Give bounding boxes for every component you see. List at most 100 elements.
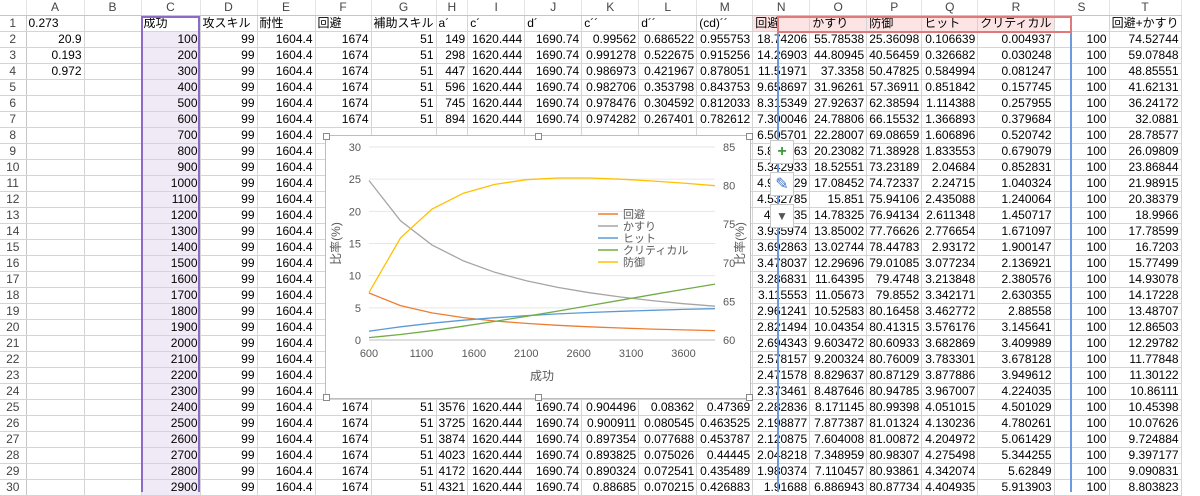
cell-b25[interactable] xyxy=(84,399,142,416)
cell-p12[interactable]: 75.94106 xyxy=(866,191,923,208)
cell-i1[interactable]: c´ xyxy=(467,15,526,32)
cell-a15[interactable] xyxy=(26,239,85,256)
cell-s23[interactable]: 100 xyxy=(1054,367,1110,384)
cell-d13[interactable]: 99 xyxy=(200,207,258,224)
row-header[interactable]: 11 xyxy=(0,175,27,192)
cell-c27[interactable]: 2600 xyxy=(141,431,201,448)
column-header-r[interactable]: R xyxy=(977,0,1055,16)
cell-d12[interactable]: 99 xyxy=(200,191,258,208)
cell-o27[interactable]: 7.604008 xyxy=(809,431,868,448)
resize-handle-bl[interactable] xyxy=(323,394,330,401)
cell-k25[interactable]: 0.904496 xyxy=(581,399,640,416)
cell-f28[interactable]: 1674 xyxy=(315,447,372,464)
cell-a16[interactable] xyxy=(26,255,85,272)
row-header[interactable]: 2 xyxy=(0,31,27,48)
cell-a1[interactable]: 0.273 xyxy=(26,15,85,32)
cell-s9[interactable]: 100 xyxy=(1054,143,1110,160)
cell-g28[interactable]: 51 xyxy=(371,447,437,464)
cell-a19[interactable] xyxy=(26,303,85,320)
cell-p10[interactable]: 73.23189 xyxy=(866,159,923,176)
cell-b3[interactable] xyxy=(84,47,142,64)
resize-handle-br[interactable] xyxy=(746,394,753,401)
resize-handle-tr[interactable] xyxy=(746,133,753,140)
cell-b15[interactable] xyxy=(84,239,142,256)
column-header-d[interactable]: D xyxy=(200,0,258,16)
cell-b7[interactable] xyxy=(84,111,142,128)
cell-q29[interactable]: 4.342074 xyxy=(921,463,979,480)
row-header[interactable]: 12 xyxy=(0,191,27,208)
cell-r7[interactable]: 0.379684 xyxy=(977,111,1055,128)
cell-l2[interactable]: 0.686522 xyxy=(638,31,698,48)
cell-o9[interactable]: 20.23082 xyxy=(809,143,868,160)
cell-r1[interactable]: クリティカル xyxy=(977,15,1055,32)
cell-h2[interactable]: 149 xyxy=(436,31,469,48)
cell-o13[interactable]: 14.78325 xyxy=(809,207,868,224)
cell-q7[interactable]: 1.366893 xyxy=(921,111,979,128)
cell-g27[interactable]: 51 xyxy=(371,431,437,448)
cell-k1[interactable]: c´´ xyxy=(581,15,640,32)
cell-k28[interactable]: 0.893825 xyxy=(581,447,640,464)
cell-h30[interactable]: 4321 xyxy=(436,479,469,496)
cell-e16[interactable]: 1604.4 xyxy=(257,255,316,272)
cell-o26[interactable]: 7.877387 xyxy=(809,415,868,432)
cell-g26[interactable]: 51 xyxy=(371,415,437,432)
cell-o29[interactable]: 7.110457 xyxy=(809,463,868,480)
cell-o15[interactable]: 13.02744 xyxy=(809,239,868,256)
cell-m27[interactable]: 0.453787 xyxy=(696,431,754,448)
cell-c6[interactable]: 500 xyxy=(141,95,201,112)
column-header-s[interactable]: S xyxy=(1054,0,1110,16)
cell-q13[interactable]: 2.611348 xyxy=(921,207,979,224)
cell-q14[interactable]: 2.776654 xyxy=(921,223,979,240)
cell-c22[interactable]: 2100 xyxy=(141,351,201,368)
cell-o24[interactable]: 8.487646 xyxy=(809,383,868,400)
cell-j4[interactable]: 1690.74 xyxy=(524,63,583,80)
cell-t27[interactable]: 9.724884 xyxy=(1109,431,1182,448)
cell-c10[interactable]: 900 xyxy=(141,159,201,176)
cell-c19[interactable]: 1800 xyxy=(141,303,201,320)
cell-h27[interactable]: 3874 xyxy=(436,431,469,448)
cell-p15[interactable]: 78.44783 xyxy=(866,239,923,256)
cell-o4[interactable]: 37.3358 xyxy=(809,63,868,80)
cell-c16[interactable]: 1500 xyxy=(141,255,201,272)
cell-s1[interactable] xyxy=(1054,15,1110,32)
cell-q9[interactable]: 1.833553 xyxy=(921,143,979,160)
cell-e20[interactable]: 1604.4 xyxy=(257,319,316,336)
cell-e10[interactable]: 1604.4 xyxy=(257,159,316,176)
cell-n23[interactable]: 2.471578 xyxy=(752,367,811,384)
cell-s3[interactable]: 100 xyxy=(1054,47,1110,64)
cell-s26[interactable]: 100 xyxy=(1054,415,1110,432)
cell-b24[interactable] xyxy=(84,383,142,400)
cell-p21[interactable]: 80.60933 xyxy=(866,335,923,352)
row-header[interactable]: 22 xyxy=(0,351,27,368)
cell-g25[interactable]: 51 xyxy=(371,399,437,416)
cell-a25[interactable] xyxy=(26,399,85,416)
cell-p16[interactable]: 79.01085 xyxy=(866,255,923,272)
cell-l7[interactable]: 0.267401 xyxy=(638,111,698,128)
cell-g7[interactable]: 51 xyxy=(371,111,437,128)
cell-h5[interactable]: 596 xyxy=(436,79,469,96)
cell-o8[interactable]: 22.28007 xyxy=(809,127,868,144)
cell-c25[interactable]: 2400 xyxy=(141,399,201,416)
cell-e4[interactable]: 1604.4 xyxy=(257,63,316,80)
cell-h6[interactable]: 745 xyxy=(436,95,469,112)
cell-q18[interactable]: 3.342171 xyxy=(921,287,979,304)
cell-o1[interactable]: かすり xyxy=(809,15,868,32)
cell-q8[interactable]: 1.606896 xyxy=(921,127,979,144)
cell-c15[interactable]: 1400 xyxy=(141,239,201,256)
column-header-a[interactable]: A xyxy=(26,0,85,16)
cell-b12[interactable] xyxy=(84,191,142,208)
cell-q20[interactable]: 3.576176 xyxy=(921,319,979,336)
cell-e1[interactable]: 耐性 xyxy=(257,15,316,32)
cell-h7[interactable]: 894 xyxy=(436,111,469,128)
cell-c7[interactable]: 600 xyxy=(141,111,201,128)
cell-o20[interactable]: 10.04354 xyxy=(809,319,868,336)
cell-g5[interactable]: 51 xyxy=(371,79,437,96)
cell-s12[interactable]: 100 xyxy=(1054,191,1110,208)
row-header[interactable]: 15 xyxy=(0,239,27,256)
cell-b21[interactable] xyxy=(84,335,142,352)
row-header[interactable]: 4 xyxy=(0,63,27,80)
cell-s28[interactable]: 100 xyxy=(1054,447,1110,464)
cell-c13[interactable]: 1200 xyxy=(141,207,201,224)
cell-f2[interactable]: 1674 xyxy=(315,31,372,48)
cell-d30[interactable]: 99 xyxy=(200,479,258,496)
